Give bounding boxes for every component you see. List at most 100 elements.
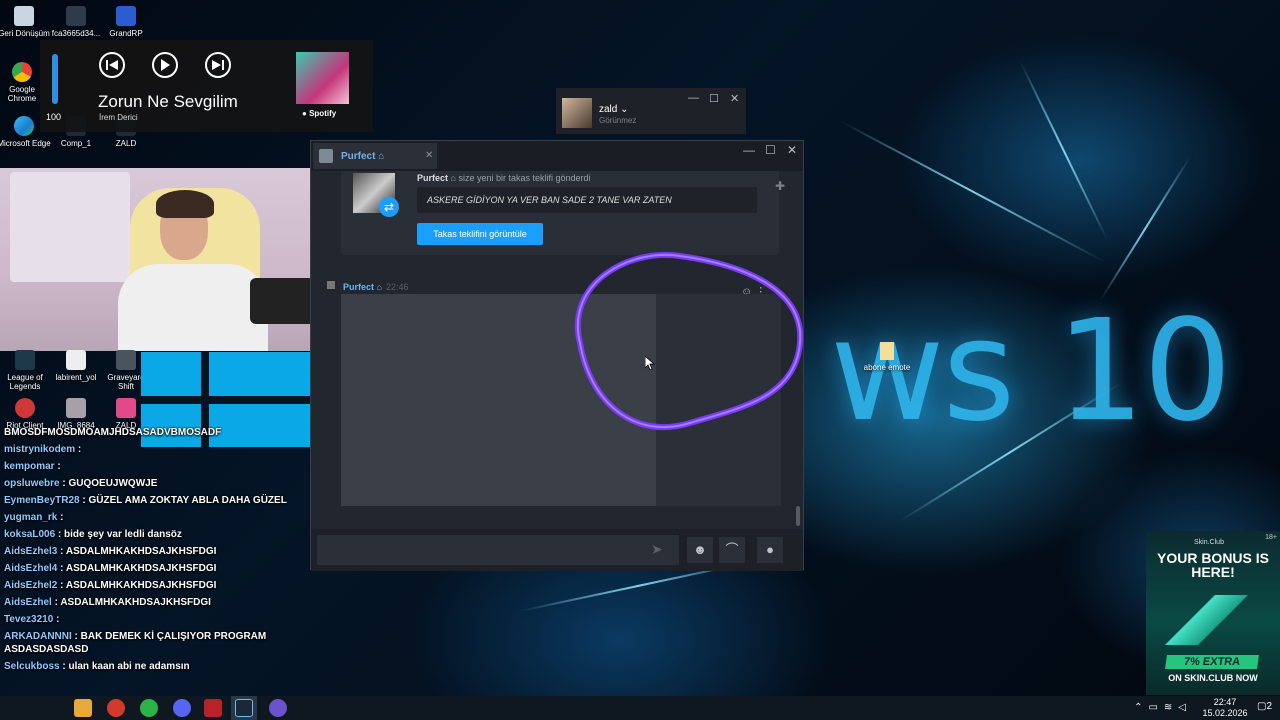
desktop-icon-league[interactable]: League of Legends (0, 350, 52, 391)
taskbar-app-steam[interactable] (235, 699, 253, 717)
network-icon: ▭ (1148, 702, 1164, 713)
chat-message: ARKADANNNI : BAK DEMEK Kİ ÇALIŞIYOR PROG… (0, 628, 310, 658)
stream-chat: BMOSDFMOSDMOAMJHDSASADVBMOSADF mistryniko… (0, 424, 310, 675)
lock-icon: ⌂ (378, 151, 385, 162)
chat-separator: : (53, 614, 60, 625)
taskbar-clock[interactable]: 22:47 15.02.2026 (1200, 697, 1250, 719)
chat-message-input[interactable] (317, 535, 679, 565)
webcam-overlay (0, 168, 325, 351)
chat-separator: : (57, 580, 66, 591)
minimize-button[interactable]: — (743, 143, 755, 157)
spotify-icon: ● (302, 109, 307, 118)
desktop-icon-label: Comp_1 (60, 139, 92, 148)
message-header: Purfect ⌂ 22:46 (343, 282, 409, 292)
chat-username[interactable]: Tevez3210 (4, 614, 53, 625)
volume-fill (52, 54, 58, 104)
chat-username[interactable]: EymenBeyTR28 (4, 495, 80, 506)
wallpaper-streak (1019, 60, 1109, 242)
pin-icon[interactable]: ✚ (775, 179, 785, 193)
chat-username[interactable]: mistrynikodem (4, 444, 75, 455)
track-artist: İrem Derici (99, 113, 138, 122)
chat-scrollbar[interactable] (796, 506, 800, 526)
wallpaper-streak (839, 120, 1106, 263)
previous-track-button[interactable] (99, 52, 125, 78)
chat-username[interactable]: ARKADANNNI (4, 631, 72, 642)
chat-message: Tevez3210 : (0, 611, 310, 628)
tray-icons[interactable]: ⌃▭≋◁ (1134, 702, 1192, 713)
desktop-icon-recycle-bin[interactable]: Geri Dönüşüm (0, 6, 51, 38)
chat-username[interactable]: opsluwebre (4, 478, 60, 489)
ad-logo: Skin.Club (1194, 539, 1224, 546)
desktop-icon-labirent[interactable]: labirent_yol (49, 350, 103, 382)
friend-name[interactable]: zald ⌄ (599, 104, 629, 115)
lock-icon: ⌂ (376, 282, 382, 292)
desktop-icon-label: Graveyard Shift (107, 373, 145, 391)
clock-time: 22:47 (1213, 697, 1237, 707)
chat-username[interactable]: AidsEzhel4 (4, 563, 57, 574)
edge-icon (14, 116, 34, 136)
taskbar-app-files[interactable] (74, 699, 92, 717)
close-button[interactable]: ✕ (787, 143, 797, 157)
desktop-icon-file[interactable]: fca3665d34... (49, 6, 103, 38)
close-button[interactable]: ✕ (730, 92, 739, 105)
attach-button[interactable]: ⌒ (719, 537, 745, 563)
skinclub-advertisement[interactable]: 18+ Skin.Club YOUR BONUS IS HERE! 7% EXT… (1146, 531, 1280, 695)
friend-name-text: zald (599, 104, 618, 115)
file-icon (66, 6, 86, 26)
file-icon (116, 398, 136, 418)
track-title: Zorun Ne Sevgilim (98, 92, 238, 111)
volume-icon: ◁ (1178, 702, 1192, 713)
taskbar-app-chrome[interactable] (107, 699, 125, 717)
desktop-icon-label: ZALD (115, 139, 137, 148)
file-icon (880, 342, 894, 360)
maximize-button[interactable]: ☐ (709, 92, 719, 105)
play-button[interactable] (152, 52, 178, 78)
ad-headline: YOUR BONUS IS HERE! (1156, 550, 1269, 580)
trade-sender[interactable]: Purfect (417, 173, 448, 183)
chat-username[interactable]: AidsEzhel (4, 597, 52, 608)
tab-close-icon[interactable]: ✕ (425, 150, 433, 161)
chat-text: GUQOEUJWQWJE (68, 478, 158, 489)
chat-tab-name: Purfect ⌂ (341, 151, 384, 162)
notification-count: 2 (1266, 701, 1272, 712)
send-icon[interactable]: ➤ (651, 541, 663, 558)
previous-icon (106, 60, 118, 70)
chat-text: bide şey var ledli dansöz (64, 529, 182, 540)
chat-username[interactable]: koksaL006 (4, 529, 55, 540)
next-track-button[interactable] (205, 52, 231, 78)
chat-text: ulan kaan abi ne adamsın (68, 661, 190, 672)
taskbar-app-discord[interactable] (173, 699, 191, 717)
chat-separator: : (75, 444, 82, 455)
chat-username[interactable]: Selcukboss (4, 661, 60, 672)
age-rating: 18+ (1265, 534, 1277, 541)
purple-ring-annotation (574, 251, 804, 431)
taskbar-app-obs[interactable] (269, 699, 287, 717)
desktop-icon-grandrp[interactable]: GrandRP (99, 6, 153, 38)
voice-button[interactable]: ● (757, 537, 783, 563)
taskbar-app-whatsapp[interactable] (140, 699, 158, 717)
grandrp-icon (116, 6, 136, 26)
minimize-button[interactable]: — (688, 92, 699, 104)
chat-text: GÜZEL AMA ZOKTAY ABLA DAHA GÜZEL (88, 495, 287, 506)
view-trade-offer-button[interactable]: Takas teklifini görüntüle (417, 223, 543, 245)
emoticon-button[interactable]: ☻ (687, 537, 713, 563)
chat-tab[interactable]: Purfect ⌂ ✕ (313, 143, 437, 169)
chat-username[interactable]: AidsEzhel3 (4, 546, 57, 557)
desktop-icon-abone-emote[interactable]: abone emote (862, 342, 912, 372)
avatar[interactable] (562, 98, 592, 128)
media-source: Spotify (309, 109, 337, 118)
chat-username[interactable]: yugman_rk (4, 512, 57, 523)
desktop-icon-label: League of Legends (7, 373, 43, 391)
chat-username[interactable]: AidsEzhel2 (4, 580, 57, 591)
chat-separator: : (55, 529, 65, 540)
chat-username[interactable]: kempomar (4, 461, 55, 472)
message-sender[interactable]: Purfect (343, 282, 374, 292)
media-controls-widget: 100 Zorun Ne Sevgilim İrem Derici ● Spot… (40, 40, 373, 132)
taskbar-app-media[interactable] (204, 699, 222, 717)
chat-separator: : (54, 461, 61, 472)
notification-center-button[interactable]: ▢2 (1257, 701, 1272, 712)
volume-slider[interactable] (52, 54, 58, 104)
maximize-button[interactable]: ☐ (765, 143, 776, 157)
chat-text: ASDALMHKAKHDSAJKHSFDGI (65, 546, 217, 557)
avatar (319, 149, 333, 163)
